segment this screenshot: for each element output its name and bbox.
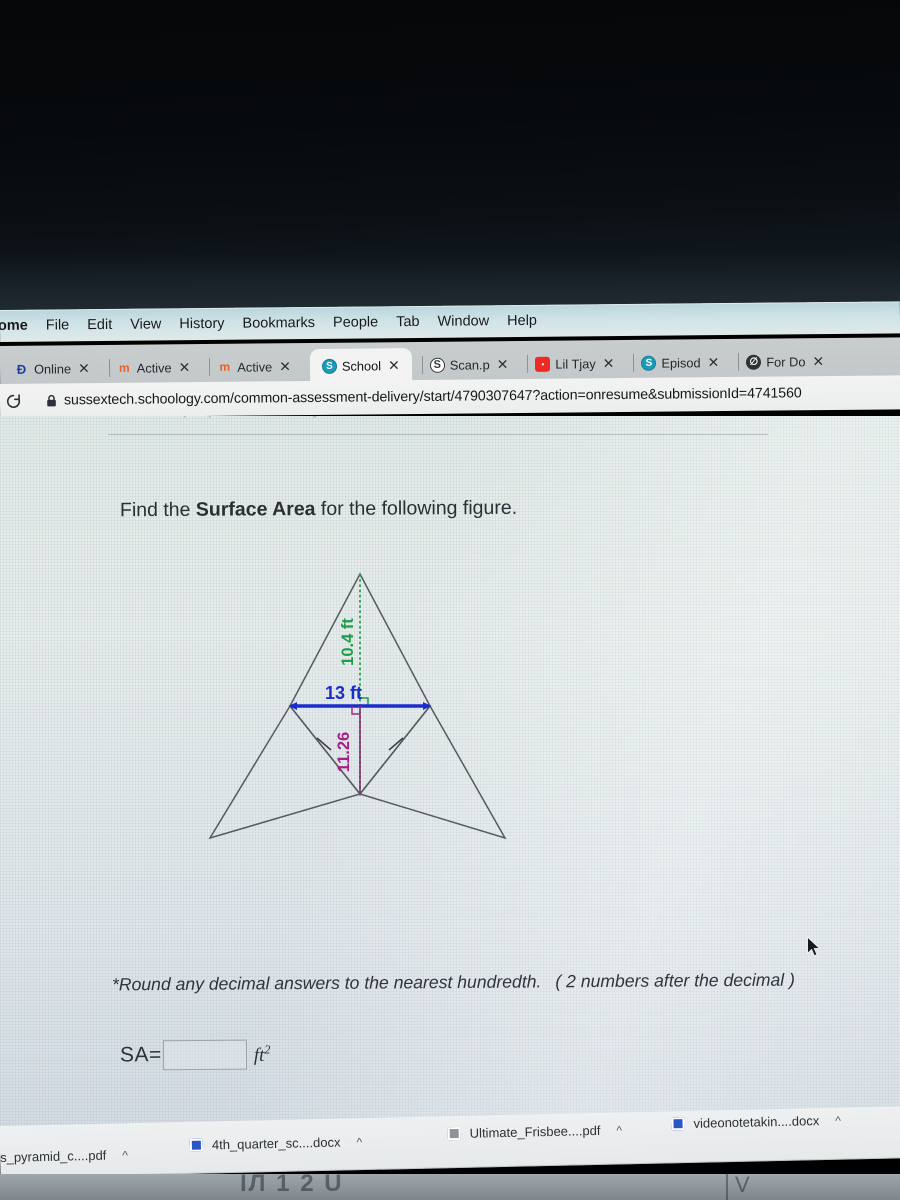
taskbar-ghost-text-2: V [735,1174,750,1197]
download-item-0[interactable]: s_pyramid_c....pdf ^ [0,1147,128,1165]
rounding-instruction-paren: ( 2 numbers after the decimal ) [555,969,795,992]
tab-close-icon[interactable]: ✕ [177,359,193,375]
dark-circle-icon: ∅ [746,354,762,370]
globe-icon: S [429,357,445,373]
tab-title: School [341,357,382,374]
browser-tab-lil-tjay[interactable]: ▪ Lil Tjay ✕ [527,346,623,381]
youtube-icon: ▪ [535,356,551,372]
tab-close-icon[interactable]: ✕ [76,360,92,376]
menu-item-chrome[interactable]: ome [0,318,37,334]
browser-tab-online[interactable]: Đ Online ✕ [0,351,99,386]
browser-tab-scan-pdf[interactable]: S Scan.p ✕ [422,347,518,382]
menu-item-history[interactable]: History [170,316,233,333]
mouse-cursor [806,935,822,963]
download-filename: 4th_quarter_sc....docx [211,1134,341,1153]
question-suffix: for the following figure. [315,496,518,521]
slant-height-label: 10.4 ft [339,618,357,666]
tab-title: Online [33,360,72,377]
question-bold-surface-area: Surface Area [195,498,316,521]
download-filename: s_pyramid_c....pdf [0,1147,107,1165]
gray-doc-icon [447,1126,461,1141]
tab-close-icon[interactable]: ✕ [277,358,293,374]
reload-icon[interactable] [2,390,24,412]
apothem-label: 11.26 [335,732,353,772]
menu-item-help[interactable]: Help [498,313,546,329]
tab-title: Lil Tjay [555,355,596,372]
tab-title: For Do [766,353,806,370]
download-item-3[interactable]: videonotetakin....docx ^ [671,1113,841,1132]
menu-item-people[interactable]: People [324,314,387,331]
tab-close-icon[interactable]: ✕ [386,357,402,373]
clipped-assignment-heading: Will 9. 113. (SA) and Vol for Pyramids a… [96,416,796,434]
mn-logo-icon: m [118,360,130,375]
padlock-icon [46,394,57,407]
menu-item-view[interactable]: View [121,316,170,332]
page-viewport: Will 9. 113. (SA) and Vol for Pyramids a… [0,416,900,1136]
answer-row: SA= ft2 [119,1039,271,1071]
url-text[interactable]: sussextech.schoology.com/common-assessme… [64,385,802,408]
chevron-up-icon[interactable]: ^ [835,1113,841,1127]
screenshot-root: ome File Edit View History Bookmarks Peo… [0,0,900,1200]
base-edge-label: 13 ft [325,683,362,703]
download-filename: Ultimate_Frisbee....pdf [469,1122,601,1141]
menu-item-file[interactable]: File [37,317,79,333]
taskbar-divider [726,1174,728,1200]
monitor-bezel [0,0,900,312]
net-face-lower-right [358,704,507,840]
download-item-1[interactable]: 4th_quarter_sc....docx ^ [189,1134,363,1153]
tab-title: Scan.p [449,356,490,373]
schoology-icon: S [641,355,657,371]
taskbar-ghost-text: ІЛ 1 2 U [240,1174,344,1197]
browser-tab-for-dog[interactable]: ∅ For Do ✕ [738,344,833,379]
question-prefix: Find the [119,498,196,522]
question-prompt: Find the Surface Area for the following … [120,497,517,522]
word-doc-icon [671,1117,685,1131]
mn-logo-icon: m [219,359,231,374]
tab-close-icon[interactable]: ✕ [705,354,721,370]
pyramid-net-figure: 10.4 ft 13 ft 11.26 [185,556,525,861]
rounding-instruction-main: *Round any decimal answers to the neares… [111,971,542,995]
answer-label: SA= [119,1043,162,1067]
browser-tab-episode[interactable]: S Episod ✕ [633,345,728,380]
surface-area-input[interactable] [162,1039,247,1071]
desktop-taskbar-sliver: ІЛ 1 2 U V [0,1174,900,1200]
menu-item-edit[interactable]: Edit [78,317,121,333]
menu-item-bookmarks[interactable]: Bookmarks [233,315,324,332]
chevron-up-icon[interactable]: ^ [122,1148,128,1162]
ud-logo-icon: Đ [16,361,27,377]
tab-title: Episod [661,354,701,371]
chevron-up-icon[interactable]: ^ [356,1135,362,1149]
word-doc-icon [189,1138,204,1152]
browser-tab-active-2[interactable]: m Active ✕ [209,349,300,384]
rounding-instruction: *Round any decimal answers to the neares… [112,970,795,996]
tab-title: Active [136,359,172,376]
heading-underline [108,434,768,435]
tab-close-icon[interactable]: ✕ [601,355,617,371]
menu-item-tab[interactable]: Tab [387,314,429,330]
download-filename: videonotetakin....docx [693,1113,820,1131]
browser-tab-schoology-active[interactable]: S School ✕ [309,348,412,384]
tab-close-icon[interactable]: ✕ [810,353,826,369]
tab-title: Active [237,358,273,375]
schoology-icon: S [321,358,338,374]
download-item-2[interactable]: Ultimate_Frisbee....pdf ^ [447,1122,623,1141]
chevron-up-icon[interactable]: ^ [616,1123,622,1137]
answer-unit: ft2 [253,1042,271,1066]
browser-tab-active-1[interactable]: m Active ✕ [109,350,200,385]
tab-close-icon[interactable]: ✕ [495,356,511,372]
menu-item-window[interactable]: Window [428,313,498,330]
